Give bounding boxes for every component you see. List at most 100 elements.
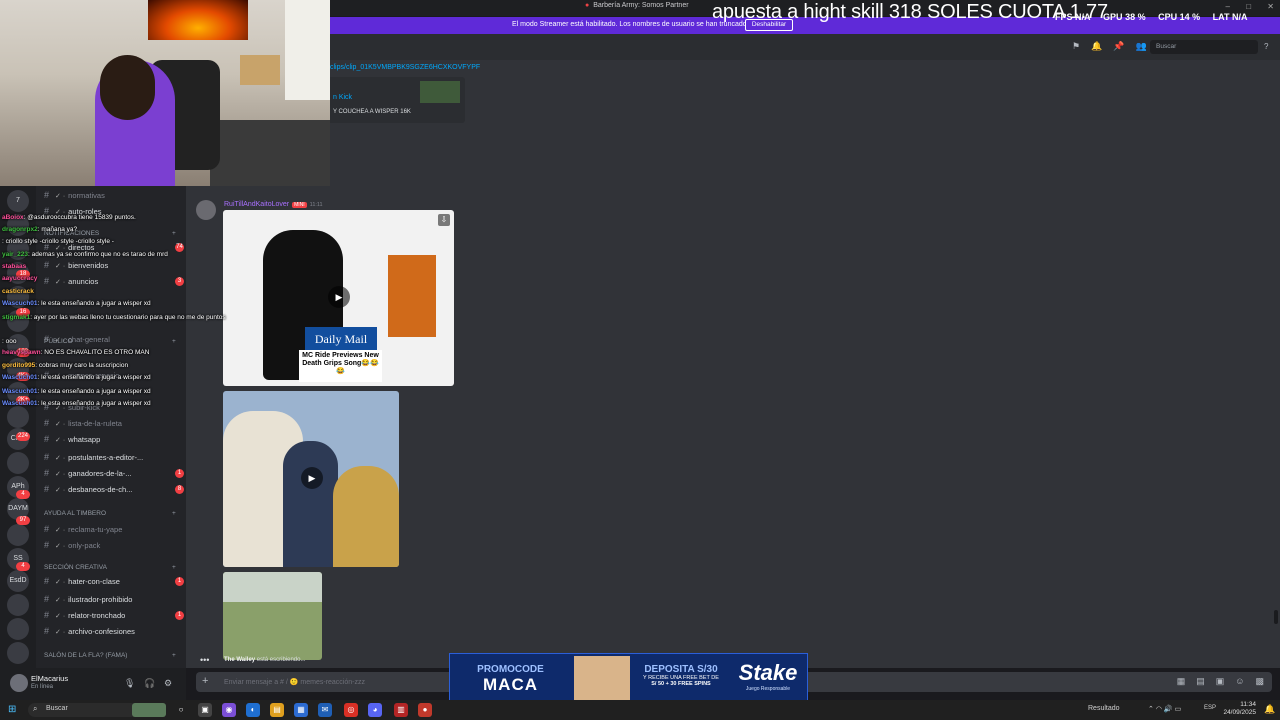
windows-start-icon[interactable]: ⊞	[8, 704, 16, 715]
server-icon[interactable]: 7	[7, 190, 29, 212]
taskbar-search[interactable]: ⌕ Buscar	[28, 703, 138, 717]
result-widget[interactable]: Resultado	[1088, 705, 1120, 712]
server-icon[interactable]	[7, 524, 29, 546]
help-icon[interactable]: ?	[1264, 42, 1268, 51]
minimize-button[interactable]: –	[1226, 2, 1230, 11]
obs-icon[interactable]: ●	[418, 703, 432, 717]
embed-provider[interactable]: n Kick	[333, 94, 352, 101]
wifi-icon[interactable]: ◠	[1156, 706, 1162, 713]
channel-item[interactable]: # ✓ · desbaneos-de-ch... 8	[44, 484, 184, 498]
channel-item[interactable]: # ✓ · whatsapp	[44, 434, 184, 448]
add-channel-icon[interactable]: +	[172, 510, 176, 517]
post-timestamp: 11:11	[309, 202, 323, 208]
video-attachment-2[interactable]: ▶	[223, 391, 399, 567]
link-embed[interactable]: n Kick Y COUCHEA A WISPER 16K	[325, 77, 465, 123]
headphones-icon[interactable]: 🎧	[144, 678, 155, 689]
channel-item[interactable]: # ✓ · hater-con-clase 1	[44, 576, 184, 590]
channel-name: relator-tronchado	[68, 611, 126, 620]
edge-icon[interactable]: ◐	[246, 703, 260, 717]
category-salon[interactable]: SALÓN DE LA FLA? (FAMA) +	[44, 652, 176, 659]
battery-icon[interactable]: ▭	[1175, 706, 1182, 713]
channel-item[interactable]: # ✓ · postulantes-a-editor-...	[44, 452, 184, 466]
chat-text: : criollo style -criollo style -criollo …	[2, 238, 114, 245]
chat-text: : NO ES CHAVALITO ES OTRO MAN	[40, 349, 150, 356]
channel-item[interactable]: # ✓ · archivo-confesiones	[44, 626, 184, 640]
discord-icon[interactable]: ◕	[368, 703, 382, 717]
scrollbar[interactable]	[1274, 610, 1278, 624]
app-icon-red[interactable]: ▥	[394, 703, 408, 717]
stream-chat-overlay: aBoiox: @asdurooccubra tiene 15839 punto…	[0, 214, 226, 414]
task-view-icon[interactable]: ○	[174, 703, 188, 717]
clock[interactable]: 11:34 24/09/2025	[1222, 701, 1256, 717]
embed-thumbnail[interactable]	[420, 81, 460, 103]
user-name[interactable]: ElMacarius	[31, 674, 68, 683]
embed-description: Y COUCHEA A WISPER 16K	[333, 109, 411, 115]
typing-user: The Wailey	[224, 657, 256, 663]
notification-bell-icon[interactable]: 🔔	[1091, 41, 1102, 51]
members-icon[interactable]: 👥	[1136, 41, 1147, 51]
search-input[interactable]: Buscar	[1150, 40, 1258, 54]
chat-text: : mañana ya?	[37, 226, 78, 233]
channel-item[interactable]: # ✓ · reclama-tu-yape	[44, 524, 184, 538]
settings-gear-icon[interactable]: ⚙	[164, 678, 172, 689]
pin-icon[interactable]: 📌	[1113, 41, 1124, 51]
chat-text: : le esta enseñando a jugar a wisper xd	[37, 388, 151, 395]
clip-link[interactable]: clips/clip_01K5VMBPBK9SGZE6HCXKOVFYPF	[330, 64, 480, 71]
video-caption: MC Ride Previews New Death Grips Song😂😂😂	[299, 350, 382, 382]
notifications-icon[interactable]: 🔔	[1264, 704, 1275, 715]
gift-icon[interactable]: ▦	[1177, 676, 1186, 686]
apps-icon[interactable]: ▩	[1255, 676, 1264, 686]
channel-item[interactable]: # ✓ · ilustrador-prohibido	[44, 594, 184, 608]
file-explorer-icon[interactable]: ▤	[270, 703, 284, 717]
folder-app-icon[interactable]: ▣	[198, 703, 212, 717]
sticker-icon[interactable]: ▣	[1216, 676, 1225, 686]
gif-icon[interactable]: ▤	[1196, 676, 1205, 686]
maximize-button[interactable]: □	[1246, 2, 1251, 11]
composer-icons: ▦ ▤ ▣ ☺ ▩	[1166, 676, 1264, 687]
man-figure	[283, 441, 338, 567]
chat-username: stabaas	[2, 263, 27, 270]
microphone-icon[interactable]: 🎙	[124, 678, 135, 689]
channel-item[interactable]: # ✓ · lista-de-la-ruleta	[44, 418, 184, 432]
emoji-icon[interactable]: ☺	[1235, 676, 1244, 686]
play-icon[interactable]: ▶	[328, 286, 350, 308]
user-avatar[interactable]	[10, 674, 28, 692]
channel-item[interactable]: # ✓ · normativas	[44, 190, 184, 204]
channel-badge: 8	[175, 485, 184, 494]
outlook-icon[interactable]: ✉	[318, 703, 332, 717]
video-attachment-1[interactable]: Daily Mail MC Ride Previews New Death Gr…	[223, 210, 454, 386]
volume-icon[interactable]: 🔊	[1164, 706, 1173, 713]
add-channel-icon[interactable]: +	[172, 564, 176, 571]
server-icon[interactable]	[7, 618, 29, 640]
widgets-icon[interactable]	[132, 703, 166, 717]
server-icon[interactable]	[7, 594, 29, 616]
add-channel-icon[interactable]: +	[172, 652, 176, 659]
channel-item[interactable]: # ✓ · ganadores-de-la-... 1	[44, 468, 184, 482]
store-icon[interactable]: ▦	[294, 703, 308, 717]
chrome-icon[interactable]: ◎	[344, 703, 358, 717]
app-icon-2[interactable]: ◉	[222, 703, 236, 717]
server-icon[interactable]	[7, 452, 29, 474]
category-creativa[interactable]: SECCIÓN CREATIVA +	[44, 564, 176, 571]
channel-name: hater-con-clase	[68, 577, 120, 586]
typing-dots-icon: •••	[200, 655, 210, 665]
threads-icon[interactable]: ⚑	[1072, 41, 1080, 51]
video-attachment-3[interactable]	[223, 572, 322, 660]
author-name[interactable]: RuiTillAndKaitoLover	[224, 201, 289, 208]
channel-item[interactable]: # ✓ · relator-tronchado 1	[44, 610, 184, 624]
play-icon[interactable]: ▶	[301, 467, 323, 489]
post-author[interactable]: RuiTillAndKaitoLover MINI 11:11	[224, 201, 323, 208]
composer-placeholder[interactable]: Enviar mensaje a # / 🙂 memes-reacción-zz…	[224, 678, 365, 686]
close-window-button[interactable]: ✕	[1267, 2, 1274, 11]
download-icon[interactable]: ⇩	[438, 214, 450, 226]
webcam-shelf	[240, 55, 280, 85]
channel-item[interactable]: # ✓ · only-pack	[44, 540, 184, 554]
category-ayuda[interactable]: AYUDA AL TIMBERO +	[44, 510, 176, 517]
webcam-fire-painting	[148, 0, 248, 40]
lat-value: N/A	[1232, 12, 1248, 22]
chevron-up-icon[interactable]: ⌃	[1148, 706, 1154, 713]
add-attachment-icon[interactable]: +	[202, 675, 208, 687]
language-indicator[interactable]: ESP	[1204, 705, 1216, 711]
server-icon[interactable]: EsdD	[7, 570, 29, 592]
server-icon[interactable]	[7, 642, 29, 664]
